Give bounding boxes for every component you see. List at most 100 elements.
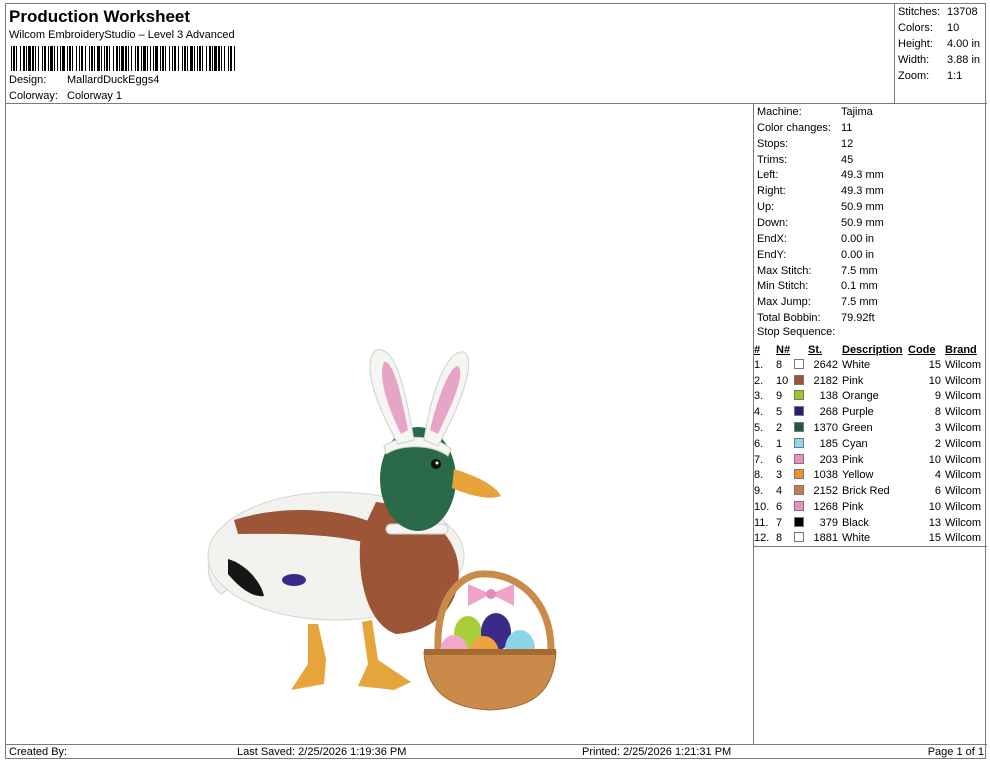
spec-value: Tajima (841, 106, 873, 118)
thread-description: Purple (842, 406, 874, 419)
needle-number: 7 (776, 516, 783, 529)
spec-label: Stops: (757, 138, 789, 150)
spec-label: Max Stitch: (757, 265, 812, 277)
table-header-row: # N# St. Description Code Brand (754, 342, 987, 357)
column-header-needle: N# (776, 343, 791, 356)
spec-label: EndY: (757, 249, 787, 261)
thread-code: 13 (928, 516, 941, 529)
thread-code: 2 (934, 437, 941, 450)
needle-number: 8 (776, 358, 783, 371)
row-number: 11. (754, 516, 769, 529)
color-swatch-icon (794, 358, 804, 369)
thread-brand: Wilcom (945, 437, 982, 450)
spec-row: Machine: Tajima (757, 106, 873, 118)
column-header-number: # (754, 343, 761, 356)
spec-label: Max Jump: (757, 296, 811, 308)
stitch-count: 2642 (813, 358, 838, 371)
column-header-brand: Brand (945, 343, 977, 356)
design-row: Design: MallardDuckEggs4 (9, 74, 159, 86)
stitch-count: 185 (819, 437, 838, 450)
thread-code: 9 (934, 390, 941, 403)
spec-value: 7.5 mm (841, 265, 878, 277)
needle-number: 5 (776, 406, 783, 419)
spec-value: 50.9 mm (841, 217, 884, 229)
spec-row: Up: 50.9 mm (757, 201, 884, 213)
created-by: Created By: (9, 746, 68, 758)
spec-label: EndX: (757, 233, 787, 245)
spec-value: 11 (841, 122, 853, 134)
summary-label: Colors: (898, 22, 933, 34)
table-row: 8. 3 1038 Yellow 4 Wilcom (754, 468, 987, 484)
needle-number: 8 (776, 532, 783, 545)
spec-row: Color changes: 11 (757, 122, 852, 134)
color-swatch-icon (794, 516, 804, 527)
thread-description: White (842, 532, 871, 545)
spec-value: 49.3 mm (841, 185, 884, 197)
thread-brand: Wilcom (945, 422, 982, 435)
spec-row: EndY: 0.00 in (757, 249, 874, 261)
spec-label: Machine: (757, 106, 802, 118)
spec-label: Total Bobbin: (757, 312, 821, 324)
spec-value: 12 (841, 138, 854, 150)
row-number: 4. (754, 406, 764, 419)
stitch-count: 1370 (813, 422, 838, 435)
thread-description: Orange (842, 390, 879, 403)
thread-description: Pink (842, 453, 864, 466)
table-row: 6. 1 185 Cyan 2 Wilcom (754, 436, 987, 452)
summary-value: 4.00 in (947, 38, 981, 50)
barcode-image (11, 46, 235, 71)
spec-value: 0.1 mm (841, 280, 878, 292)
spec-value: 79.92ft (841, 312, 875, 324)
summary-value: 10 (947, 22, 960, 34)
stitch-count: 268 (819, 406, 838, 419)
stitch-count: 203 (819, 453, 838, 466)
color-swatch (794, 357, 808, 373)
summary-label: Zoom: (898, 70, 930, 82)
thread-description: Pink (842, 374, 864, 387)
table-row: 1. 8 2642 White 15 Wilcom (754, 357, 987, 373)
row-number: 5. (754, 422, 764, 435)
spec-label: Trims: (757, 154, 788, 166)
thread-description: Brick Red (842, 485, 890, 498)
thread-brand: Wilcom (945, 516, 982, 529)
spec-value: 49.3 mm (841, 169, 884, 181)
colorway-name: Colorway 1 (67, 90, 123, 102)
summary-row: Zoom: 1:1 (898, 70, 988, 82)
summary-value: 13708 (947, 6, 978, 18)
needle-number: 4 (776, 485, 783, 498)
table-row: 9. 4 2152 Brick Red 6 Wilcom (754, 483, 987, 499)
stop-sequence-title: Stop Sequence: (757, 326, 836, 338)
color-swatch (794, 389, 808, 405)
thread-brand: Wilcom (945, 406, 982, 419)
thread-brand: Wilcom (945, 390, 982, 403)
thread-code: 3 (934, 422, 941, 435)
color-swatch (794, 531, 808, 547)
summary-row: Stitches: 13708 (898, 6, 988, 18)
color-swatch-icon (794, 469, 804, 480)
needle-number: 3 (776, 469, 783, 482)
column-header-code: Code (908, 343, 936, 356)
table-row: 11. 7 379 Black 13 Wilcom (754, 515, 987, 531)
worksheet-header: Production Worksheet Wilcom EmbroiderySt… (6, 4, 895, 104)
spec-row: Left: 49.3 mm (757, 169, 884, 181)
thread-code: 10 (928, 501, 941, 514)
thread-code: 15 (928, 358, 941, 371)
thread-description: Green (842, 422, 873, 435)
spec-row: Down: 50.9 mm (757, 217, 884, 229)
color-swatch (794, 404, 808, 420)
spec-value: 0.00 in (841, 233, 875, 245)
spec-value: 45 (841, 154, 854, 166)
table-row: 7. 6 203 Pink 10 Wilcom (754, 452, 987, 468)
summary-row: Width: 3.88 in (898, 54, 988, 66)
needle-number: 1 (776, 437, 783, 450)
summary-label: Height: (898, 38, 933, 50)
color-swatch-icon (794, 374, 804, 385)
spec-label: Down: (757, 217, 789, 229)
color-swatch-icon (794, 422, 804, 433)
thread-description: White (842, 358, 871, 371)
software-name: Wilcom EmbroideryStudio – Level 3 Advanc… (9, 29, 235, 41)
summary-panel: Stitches: 13708 Colors: 10 Height: 4.00 in … (895, 4, 987, 104)
color-swatch-icon (794, 501, 804, 512)
page-title: Production Worksheet (9, 7, 191, 26)
spec-value: 0.00 in (841, 249, 875, 261)
